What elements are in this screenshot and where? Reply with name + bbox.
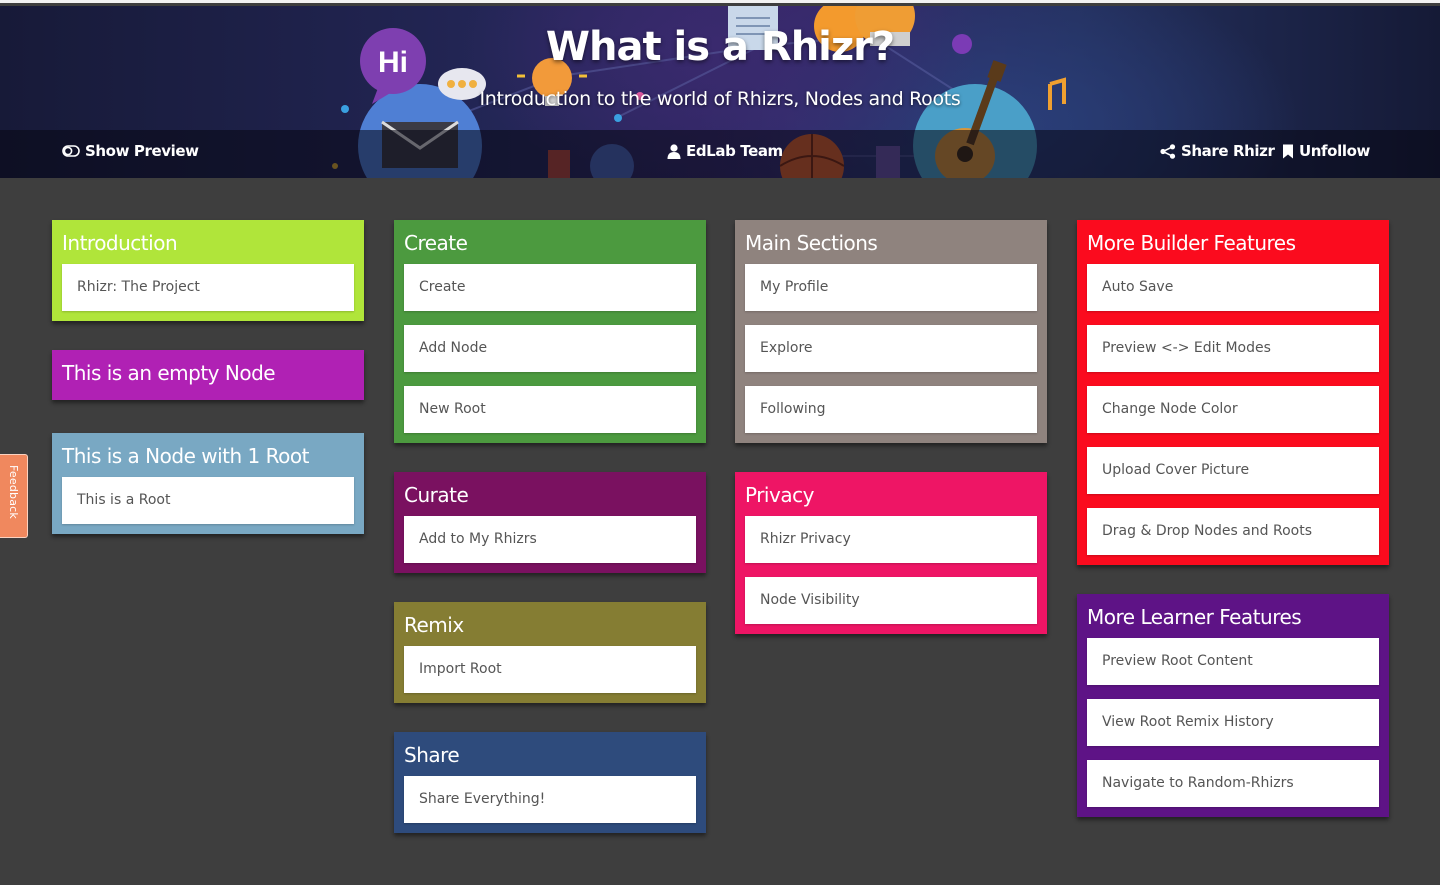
node-this-is-a-node-with-1-root[interactable]: This is a Node with 1 Root This is a Root xyxy=(52,433,364,534)
node-title: Curate xyxy=(404,483,469,507)
toggle-icon xyxy=(62,145,80,157)
root-node-visibility[interactable]: Node Visibility xyxy=(745,577,1037,624)
node-title: Introduction xyxy=(62,231,178,255)
root-rhizr-the-project[interactable]: Rhizr: The Project xyxy=(62,264,354,311)
root-preview-edit-modes[interactable]: Preview <-> Edit Modes xyxy=(1087,325,1379,372)
feedback-tab[interactable]: Feedback xyxy=(0,454,28,538)
root-drag-drop-nodes-and-roots[interactable]: Drag & Drop Nodes and Roots xyxy=(1087,508,1379,555)
feedback-label: Feedback xyxy=(7,465,20,519)
root-explore[interactable]: Explore xyxy=(745,325,1037,372)
node-title: Remix xyxy=(404,613,464,637)
node-title: Share xyxy=(404,743,460,767)
unfollow-label: Unfollow xyxy=(1299,142,1370,160)
node-curate[interactable]: Curate Add to My Rhizrs xyxy=(394,472,706,573)
root-this-is-a-root[interactable]: This is a Root xyxy=(62,477,354,524)
node-title: Create xyxy=(404,231,468,255)
author-link[interactable]: EdLab Team xyxy=(667,142,783,160)
root-create[interactable]: Create xyxy=(404,264,696,311)
root-view-root-remix-history[interactable]: View Root Remix History xyxy=(1087,699,1379,746)
share-rhizr-label: Share Rhizr xyxy=(1181,142,1275,160)
node-title: More Learner Features xyxy=(1087,605,1302,629)
rhizr-subtitle: Introduction to the world of Rhizrs, Nod… xyxy=(479,88,961,110)
share-icon xyxy=(1160,143,1176,159)
rhizr-title: What is a Rhizr? xyxy=(545,24,895,70)
node-title: Privacy xyxy=(745,483,814,507)
root-following[interactable]: Following xyxy=(745,386,1037,433)
node-more-learner-features[interactable]: More Learner Features Preview Root Conten… xyxy=(1077,594,1389,817)
show-preview-toggle[interactable]: Show Preview xyxy=(62,142,199,160)
node-title: This is an empty Node xyxy=(62,361,276,385)
bookmark-icon xyxy=(1283,144,1293,158)
node-introduction[interactable]: Introduction Rhizr: The Project xyxy=(52,220,364,321)
node-privacy[interactable]: Privacy Rhizr Privacy Node Visibility xyxy=(735,472,1047,634)
user-icon xyxy=(667,143,681,159)
node-title: Main Sections xyxy=(745,231,878,255)
node-remix[interactable]: Remix Import Root xyxy=(394,602,706,703)
root-import-root[interactable]: Import Root xyxy=(404,646,696,693)
root-auto-save[interactable]: Auto Save xyxy=(1087,264,1379,311)
share-rhizr-button[interactable]: Share Rhizr xyxy=(1160,142,1275,160)
root-rhizr-privacy[interactable]: Rhizr Privacy xyxy=(745,516,1037,563)
node-title: This is a Node with 1 Root xyxy=(62,444,309,468)
action-bar: Show Preview EdLab Team Share Rhizr Unfo… xyxy=(0,130,1440,178)
cover-banner: Hi What is a Rhizr? Introduction to the … xyxy=(0,6,1440,178)
root-add-node[interactable]: Add Node xyxy=(404,325,696,372)
node-more-builder-features[interactable]: More Builder Features Auto Save Preview <-… xyxy=(1077,220,1389,565)
root-my-profile[interactable]: My Profile xyxy=(745,264,1037,311)
root-preview-root-content[interactable]: Preview Root Content xyxy=(1087,638,1379,685)
root-upload-cover-picture[interactable]: Upload Cover Picture xyxy=(1087,447,1379,494)
node-share[interactable]: Share Share Everything! xyxy=(394,732,706,833)
unfollow-button[interactable]: Unfollow xyxy=(1282,142,1370,160)
show-preview-label: Show Preview xyxy=(85,142,199,160)
root-share-everything[interactable]: Share Everything! xyxy=(404,776,696,823)
node-title: More Builder Features xyxy=(1087,231,1296,255)
root-change-node-color[interactable]: Change Node Color xyxy=(1087,386,1379,433)
node-this-is-an-empty-node[interactable]: This is an empty Node xyxy=(52,350,364,400)
node-create[interactable]: Create Create Add Node New Root xyxy=(394,220,706,443)
author-label: EdLab Team xyxy=(686,142,783,160)
node-main-sections[interactable]: Main Sections My Profile Explore Following xyxy=(735,220,1047,443)
root-new-root[interactable]: New Root xyxy=(404,386,696,433)
root-add-to-my-rhizrs[interactable]: Add to My Rhizrs xyxy=(404,516,696,563)
root-navigate-to-random-rhizrs[interactable]: Navigate to Random-Rhizrs xyxy=(1087,760,1379,807)
